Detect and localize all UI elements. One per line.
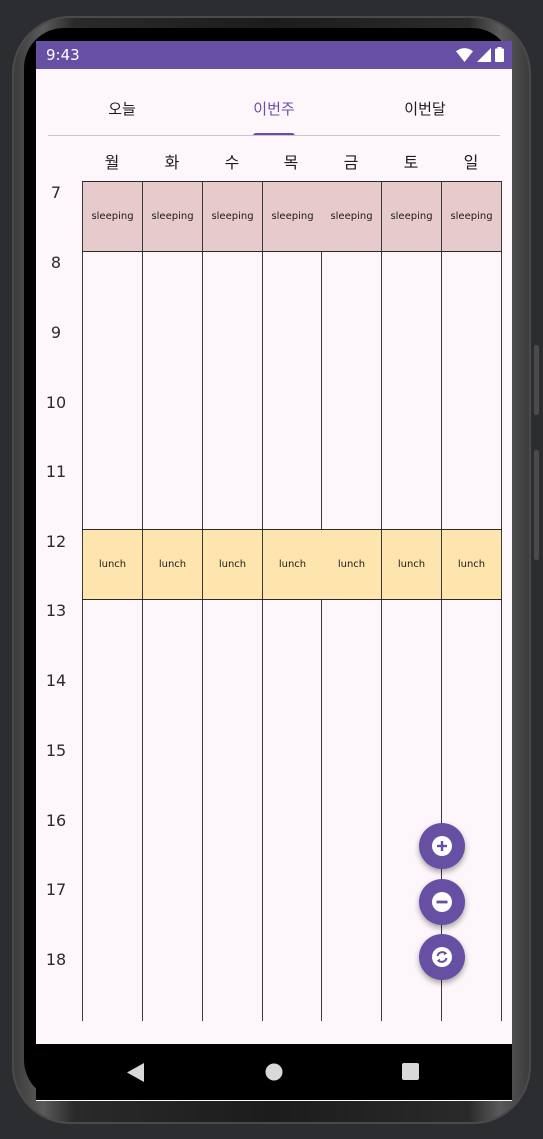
- hour-label: 7: [50, 183, 62, 202]
- hour-label: 15: [45, 741, 67, 760]
- hour-label: 11: [45, 462, 67, 481]
- event-block-sleeping[interactable]: sleeping: [382, 181, 441, 251]
- event-title: lunch: [278, 558, 307, 570]
- refresh-button[interactable]: [419, 934, 465, 980]
- status-icons: [456, 47, 504, 62]
- hour-label: 12: [45, 532, 67, 551]
- hour-label: 9: [50, 323, 62, 342]
- home-icon[interactable]: [265, 1063, 283, 1081]
- power-button: [534, 345, 539, 415]
- remove-circle-icon: [432, 892, 452, 912]
- weekday-thu: 목: [283, 153, 299, 172]
- hour-label: 10: [45, 393, 67, 412]
- hour-label: 17: [45, 880, 67, 899]
- event-title: sleeping: [211, 210, 254, 222]
- event-block-lunch[interactable]: lunch: [322, 529, 381, 599]
- event-block-lunch[interactable]: lunch: [143, 529, 202, 599]
- weekday-sun: 일: [463, 153, 479, 172]
- event-title: sleeping: [330, 210, 373, 222]
- zoom-in-button[interactable]: [419, 823, 465, 869]
- event-title: lunch: [158, 558, 187, 570]
- event-border-line: [82, 599, 502, 600]
- grid-column-line: [142, 181, 143, 1021]
- event-title: sleeping: [91, 210, 134, 222]
- event-block-sleeping[interactable]: sleeping: [203, 181, 262, 251]
- event-title: sleeping: [271, 210, 314, 222]
- event-block-lunch[interactable]: lunch: [382, 529, 441, 599]
- sync-icon: [432, 947, 452, 967]
- event-block-lunch[interactable]: lunch: [83, 529, 142, 599]
- weekday-wed: 수: [224, 153, 240, 172]
- zoom-out-button[interactable]: [419, 879, 465, 925]
- event-block-sleeping[interactable]: sleeping: [442, 181, 501, 251]
- period-tabs: 오늘 이번주 이번달: [48, 69, 500, 136]
- tab-this-week[interactable]: 이번주: [253, 98, 294, 119]
- event-block-sleeping[interactable]: sleeping: [322, 181, 381, 251]
- event-title: lunch: [218, 558, 247, 570]
- tab-this-month[interactable]: 이번달: [404, 98, 445, 119]
- grid-column-line: [321, 181, 322, 1021]
- event-block-lunch[interactable]: lunch: [203, 529, 262, 599]
- event-border-line: [82, 251, 502, 252]
- status-bar: 9:43: [36, 41, 512, 69]
- hour-label: 14: [45, 671, 67, 690]
- back-icon[interactable]: [127, 1063, 144, 1082]
- grid-column-line: [82, 181, 83, 1021]
- event-title: lunch: [457, 558, 486, 570]
- event-block-sleeping[interactable]: sleeping: [263, 181, 322, 251]
- hour-label: 8: [50, 253, 62, 272]
- grid-column-line: [381, 181, 382, 1021]
- system-nav-bar: [36, 1044, 512, 1100]
- grid-column-line: [262, 181, 263, 1021]
- grid-column-line: [501, 181, 502, 1021]
- weekday-fri: 금: [343, 153, 359, 172]
- event-title: lunch: [98, 558, 127, 570]
- add-circle-icon: [432, 836, 452, 856]
- volume-button: [534, 450, 539, 560]
- event-block-lunch[interactable]: lunch: [442, 529, 501, 599]
- event-title: sleeping: [450, 210, 493, 222]
- event-block-lunch[interactable]: lunch: [263, 529, 322, 599]
- event-block-sleeping[interactable]: sleeping: [83, 181, 142, 251]
- status-time: 9:43: [46, 46, 80, 64]
- event-title: sleeping: [390, 210, 433, 222]
- wifi-icon: [456, 48, 473, 62]
- hour-label: 18: [45, 950, 67, 969]
- weekday-tue: 화: [164, 153, 180, 172]
- event-border-line: [82, 181, 502, 182]
- weekday-mon: 월: [104, 153, 120, 172]
- app-screen: 9:43 오늘 이번주 이번달 월 화 수 목 금 토 일 7 8 9 10 1…: [36, 41, 512, 1101]
- event-block-sleeping[interactable]: sleeping: [143, 181, 202, 251]
- event-title: sleeping: [151, 210, 194, 222]
- recents-icon[interactable]: [402, 1063, 419, 1080]
- tab-today[interactable]: 오늘: [108, 98, 136, 119]
- hour-label: 16: [45, 811, 67, 830]
- battery-icon: [495, 47, 504, 62]
- event-title: lunch: [337, 558, 366, 570]
- event-border-line: [82, 529, 502, 530]
- event-title: lunch: [397, 558, 426, 570]
- grid-column-line: [202, 181, 203, 1021]
- weekday-sat: 토: [403, 153, 419, 172]
- signal-icon: [477, 48, 491, 62]
- hour-label: 13: [45, 601, 67, 620]
- tab-divider: [48, 135, 500, 136]
